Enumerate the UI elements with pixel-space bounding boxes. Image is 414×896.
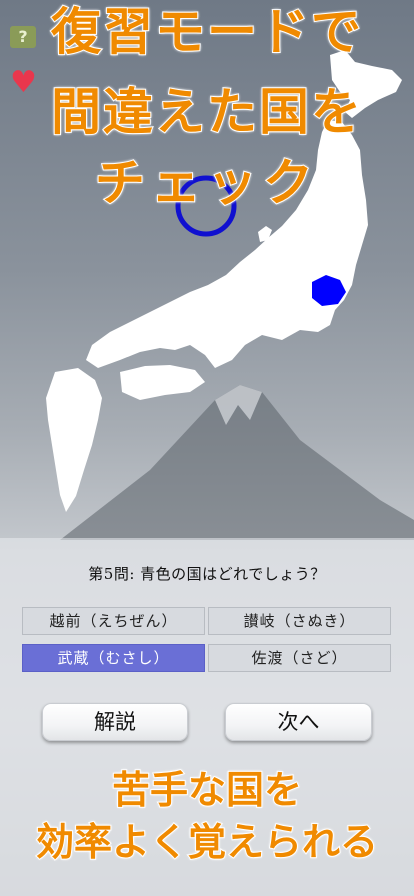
question-text: 第5問: 青色の国はどれでしょう？	[88, 565, 326, 583]
answer-option-echizen[interactable]: 越前（えちぜん）	[22, 607, 205, 635]
promo-headline-line1: 復習モードで	[50, 3, 363, 61]
promo-headline-line2: 間違えた国を	[50, 83, 363, 141]
mount-fuji	[60, 385, 414, 540]
answer-option-musashi[interactable]: 武蔵（むさし）	[22, 644, 205, 672]
promo-footer-line1: 苦手な国を	[111, 767, 303, 813]
promo-headline-line3: チェック	[94, 154, 319, 212]
next-button[interactable]: 次へ	[225, 703, 372, 741]
answer-option-sado[interactable]: 佐渡（さど）	[208, 644, 391, 672]
shikoku	[120, 365, 205, 400]
answer-option-sanuki[interactable]: 讃岐（さぬき）	[208, 607, 391, 635]
kyushu	[46, 368, 102, 512]
promo-footer-line2: 効率よく覚えられる	[35, 819, 379, 865]
explain-button[interactable]: 解説	[42, 703, 188, 741]
japan-map	[46, 50, 414, 540]
